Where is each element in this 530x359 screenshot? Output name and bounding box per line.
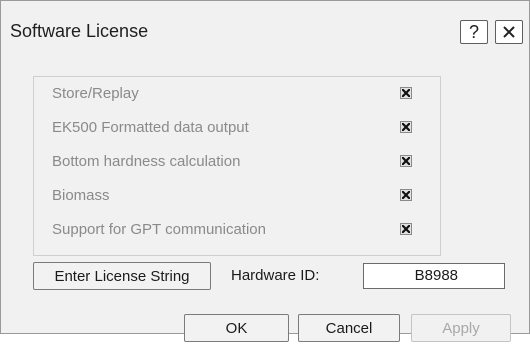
help-icon: ? [468,21,479,42]
apply-button: Apply [411,314,511,342]
checkbox-checked-icon [402,123,410,131]
feature-row-bottom-hardness: Bottom hardness calculation [34,147,440,177]
feature-label: Biomass [52,187,110,204]
feature-list-panel: Store/Replay EK500 Formatted data output… [33,76,441,256]
hardware-id-field[interactable]: B8988 [363,263,505,289]
feature-label: Support for GPT communication [52,221,266,238]
feature-row-store-replay: Store/Replay [34,79,440,109]
checkbox-checked-icon [402,157,410,165]
checkbox-checked-icon [402,89,410,97]
enter-license-string-button[interactable]: Enter License String [33,262,211,290]
feature-label: Bottom hardness calculation [52,153,241,170]
cancel-button[interactable]: Cancel [298,314,400,342]
feature-label: EK500 Formatted data output [52,119,249,136]
feature-checkbox [400,87,412,99]
feature-checkbox [400,121,412,133]
feature-checkbox [400,155,412,167]
checkbox-checked-icon [402,191,410,199]
feature-row-biomass: Biomass [34,181,440,211]
help-button[interactable]: ? [460,20,488,44]
feature-label: Store/Replay [52,85,139,102]
feature-row-gpt-communication: Support for GPT communication [34,215,440,245]
ok-button[interactable]: OK [184,314,289,342]
feature-checkbox [400,223,412,235]
hardware-id-label: Hardware ID: [231,267,320,284]
feature-checkbox [400,189,412,201]
close-button[interactable] [495,20,523,44]
checkbox-checked-icon [402,225,410,233]
dialog-title: Software License [10,21,149,41]
software-license-dialog: Software License ? Store/Replay EK500 Fo… [0,0,530,342]
close-icon [502,25,516,39]
feature-row-ek500-output: EK500 Formatted data output [34,113,440,143]
